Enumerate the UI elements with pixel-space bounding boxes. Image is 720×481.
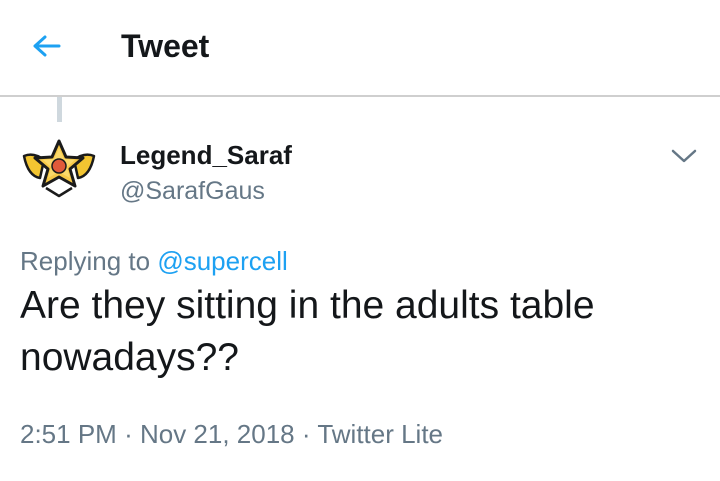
avatar[interactable]: [20, 138, 98, 200]
tweet-time[interactable]: 2:51 PM: [20, 419, 117, 449]
tweet-text: Are they sitting in the adults table now…: [20, 284, 595, 379]
author-display-name[interactable]: Legend_Saraf: [120, 140, 292, 170]
separator-dot: ·: [124, 419, 133, 449]
separator-dot: ·: [301, 419, 311, 449]
replying-to-line: Replying to @supercell: [20, 245, 288, 277]
tweet-metadata: 2:51 PM · Nov 21, 2018 · Twitter Lite: [20, 418, 443, 450]
app-header: Tweet: [0, 0, 720, 97]
tweet-source[interactable]: Twitter Lite: [317, 419, 443, 449]
author-handle[interactable]: @SarafGaus: [120, 176, 265, 206]
tweet-options-button[interactable]: [664, 138, 704, 174]
back-button[interactable]: [26, 28, 66, 64]
page-title: Tweet: [121, 28, 210, 64]
arrow-left-icon: [33, 35, 61, 57]
tweet-date[interactable]: Nov 21, 2018: [140, 419, 295, 449]
replying-to-label: Replying to: [20, 246, 151, 276]
mention-link[interactable]: @supercell: [157, 246, 287, 276]
thread-connector-line: [57, 97, 62, 122]
star-badge-avatar-icon: [22, 139, 96, 198]
chevron-down-icon: [671, 149, 697, 163]
